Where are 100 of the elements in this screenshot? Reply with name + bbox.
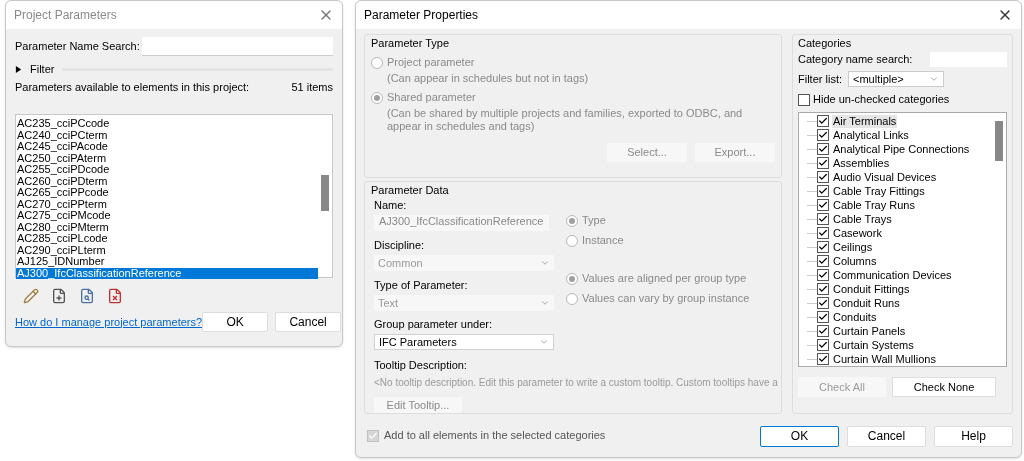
checkbox[interactable]	[817, 115, 829, 127]
radio-label: Values can vary by group instance	[582, 292, 750, 305]
expander-icon[interactable]	[15, 66, 22, 73]
radio-label: Type	[582, 214, 606, 227]
pencil-icon[interactable]	[23, 288, 39, 304]
checkbox[interactable]	[817, 227, 829, 239]
radio-label: Project parameter	[387, 56, 475, 69]
radio-label: Values are aligned per group type	[582, 272, 747, 285]
field-label: Type of Parameter:	[374, 279, 469, 292]
list-item[interactable]: AJ125_IDNumber	[16, 256, 318, 268]
filter-dropdown[interactable]: <multiple>	[848, 71, 944, 87]
list-item[interactable]: AC260_cciPDterm	[16, 175, 318, 187]
field-label: Name:	[374, 199, 408, 212]
checkbox[interactable]	[817, 185, 829, 197]
list-item[interactable]: AC240_cciPCterm	[16, 129, 318, 141]
checkbox[interactable]	[817, 241, 829, 253]
scrollbar-thumb[interactable]	[321, 175, 329, 211]
category-item[interactable]: Casework	[832, 226, 883, 240]
option-description: (Can be shared by multiple projects and families, exported to ODBC, and appear in schedules and tags)	[386, 107, 744, 133]
dialog-button[interactable]: OK	[760, 426, 839, 447]
field-label: Tooltip Description:	[373, 359, 468, 372]
group-dropdown[interactable]: IFC Parameters	[374, 334, 554, 350]
checkbox[interactable]	[367, 429, 379, 442]
name-field: AJ300_IfcClassificationReference	[374, 215, 549, 231]
new-document-icon[interactable]	[51, 288, 67, 304]
group-title: Parameter Type	[371, 37, 451, 50]
list-item[interactable]: AC290_cciPLterm	[16, 244, 318, 256]
checkbox-label: Add to all elements in the selected categories	[384, 429, 606, 442]
radio-label: Shared parameter	[387, 91, 476, 104]
list-item[interactable]: AC275_cciPMcode	[16, 210, 318, 222]
list-item[interactable]: AJ300_IfcClassificationReference	[16, 267, 318, 279]
option-description: (Can appear in schedules but not in tags)	[386, 72, 590, 85]
check-none-button[interactable]: Check None	[892, 377, 996, 397]
dropdown-icon	[539, 337, 549, 347]
group-title: Categories	[798, 37, 853, 50]
category-item[interactable]: Cable Tray Fittings	[832, 184, 926, 198]
radio-button[interactable]	[371, 56, 383, 69]
category-item[interactable]: Curtain Panels	[832, 324, 907, 338]
checkbox[interactable]	[817, 269, 829, 281]
checkbox[interactable]	[817, 199, 829, 211]
list-item[interactable]: AC235_cciPCcode	[16, 118, 318, 130]
list-item[interactable]: AC250_cciPAterm	[16, 152, 318, 164]
category-item[interactable]: Cable Tray Runs	[832, 198, 916, 212]
list-item[interactable]: AC270_cciPPterm	[16, 198, 318, 210]
dropdown-icon	[540, 258, 550, 268]
radio-button[interactable]	[566, 214, 578, 227]
document-icon[interactable]	[79, 288, 95, 304]
dialog-button[interactable]: Cancel	[275, 312, 342, 332]
checkbox[interactable]	[817, 297, 829, 309]
list-item[interactable]: AC255_cciPDcode	[16, 164, 318, 176]
scrollbar-thumb[interactable]	[995, 121, 1003, 161]
list-item[interactable]: AC285_cciPLcode	[16, 233, 318, 245]
checkbox[interactable]	[817, 143, 829, 155]
dropdown-icon	[929, 74, 939, 84]
group-title: Parameter Data	[371, 184, 450, 197]
field-label: Discipline:	[374, 239, 426, 252]
checkbox[interactable]	[798, 93, 810, 106]
field-label: Group parameter under:	[374, 318, 493, 331]
category-item[interactable]: Cable Trays	[832, 212, 893, 226]
category-item[interactable]: Communication Devices	[832, 268, 953, 282]
checkbox[interactable]	[817, 325, 829, 337]
help-link[interactable]: How do I manage project parameters?	[15, 315, 203, 329]
radio-button[interactable]	[566, 292, 578, 305]
radio-label: Instance	[582, 234, 624, 247]
radio-button[interactable]	[371, 91, 383, 104]
checkbox[interactable]	[817, 339, 829, 351]
dialog-button[interactable]: OK	[202, 312, 269, 332]
checkbox[interactable]	[817, 129, 829, 141]
radio-button[interactable]	[566, 234, 578, 247]
list-item[interactable]: AC265_cciPPcode	[16, 187, 318, 199]
category-item[interactable]: Conduit Runs	[832, 296, 901, 310]
checkbox[interactable]	[817, 171, 829, 183]
dialog-button[interactable]: Help	[934, 426, 1013, 447]
window-title: Project Parameters	[14, 8, 117, 22]
checkbox[interactable]	[817, 213, 829, 225]
category-item[interactable]: Air Terminals	[832, 114, 898, 128]
category-item[interactable]: Curtain Systems	[832, 338, 915, 352]
list-item[interactable]: AC245_cciPAcode	[16, 141, 318, 153]
checkbox-label: Hide un-checked categories	[813, 93, 950, 106]
category-item[interactable]: Conduit Fittings	[832, 282, 911, 296]
category-item[interactable]: Assemblies	[832, 156, 891, 170]
item-count: 51 items	[291, 81, 333, 94]
radio-button[interactable]	[566, 272, 578, 285]
checkbox[interactable]	[817, 283, 829, 295]
category-item[interactable]: Analytical Links	[832, 128, 910, 142]
delete-document-icon[interactable]	[107, 288, 123, 304]
list-item[interactable]: AC280_cciPMterm	[16, 221, 318, 233]
checkbox[interactable]	[817, 255, 829, 267]
checkbox[interactable]	[817, 353, 829, 365]
category-item[interactable]: Audio Visual Devices	[832, 170, 938, 184]
checkbox[interactable]	[817, 311, 829, 323]
category-item[interactable]: Ceilings	[832, 240, 874, 254]
category-item[interactable]: Conduits	[832, 310, 878, 324]
search-field[interactable]	[142, 37, 333, 56]
category-item[interactable]: Analytical Pipe Connections	[832, 142, 971, 156]
category-item[interactable]: Curtain Wall Mullions	[832, 352, 937, 366]
checkbox[interactable]	[817, 157, 829, 169]
category-item[interactable]: Columns	[832, 254, 878, 268]
dialog-button[interactable]: Cancel	[847, 426, 926, 447]
list-caption: Parameters available to elements in this project:	[15, 81, 250, 94]
